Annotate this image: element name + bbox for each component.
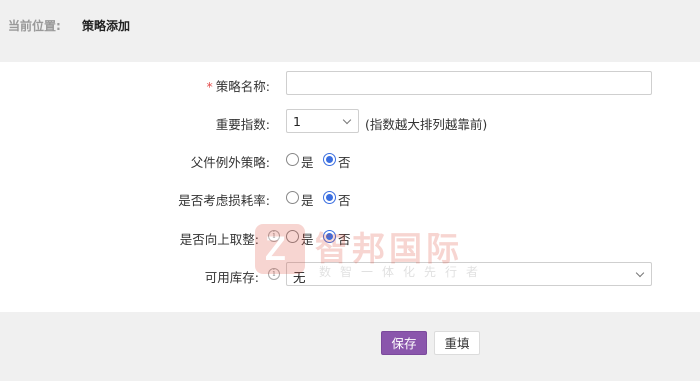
save-button[interactable]: 保存 xyxy=(381,331,427,355)
importance-select[interactable]: 1 xyxy=(286,109,359,133)
parent-exception-label: 父件例外策略: xyxy=(190,155,270,170)
chevron-down-icon xyxy=(342,115,352,125)
strategy-name-input[interactable] xyxy=(286,71,652,95)
consider-loss-label: 是否考虑损耗率: xyxy=(178,193,270,208)
row-parent-exception: 父件例外策略: 是 否 xyxy=(0,147,700,173)
available-stock-label: 可用库存: xyxy=(204,270,259,285)
info-icon[interactable]: i xyxy=(268,230,280,242)
info-icon[interactable]: i xyxy=(268,268,280,280)
row-consider-loss: 是否考虑损耗率: 是 否 xyxy=(0,185,700,211)
radio-circle-checked[interactable] xyxy=(323,191,336,204)
radio-circle-checked[interactable] xyxy=(323,153,336,166)
strategy-name-label: * 策略名称: xyxy=(206,79,270,94)
breadcrumb-prefix: 当前位置: xyxy=(8,19,61,33)
radio-circle[interactable] xyxy=(286,191,299,204)
chevron-down-icon xyxy=(635,268,645,278)
available-stock-value: 无 xyxy=(293,270,306,285)
row-round-up: 是否向上取整: i 是 否 xyxy=(179,230,351,247)
strategy-form: * 策略名称: 重要指数: 1 (指数越大排列越靠前) 父件例外策略: 是 否 是… xyxy=(0,62,700,312)
reset-button[interactable]: 重填 xyxy=(434,331,480,355)
breadcrumb-current-page: 策略添加 xyxy=(82,19,131,33)
row-importance: 重要指数: 1 (指数越大排列越靠前) xyxy=(0,109,700,135)
required-mark: * xyxy=(206,79,213,94)
importance-hint: (指数越大排列越靠前) xyxy=(365,117,488,132)
radio-circle[interactable] xyxy=(286,230,299,243)
importance-value: 1 xyxy=(293,114,301,129)
row-available-stock: 可用库存: i 无 xyxy=(0,262,700,288)
row-strategy-name: * 策略名称: xyxy=(0,71,700,97)
radio-circle-checked[interactable] xyxy=(323,230,336,243)
importance-label: 重要指数: xyxy=(215,117,270,132)
available-stock-select[interactable]: 无 xyxy=(286,262,652,286)
round-up-label: 是否向上取整: xyxy=(179,232,259,247)
breadcrumb: 当前位置: 策略添加 xyxy=(0,0,700,62)
radio-circle[interactable] xyxy=(286,153,299,166)
